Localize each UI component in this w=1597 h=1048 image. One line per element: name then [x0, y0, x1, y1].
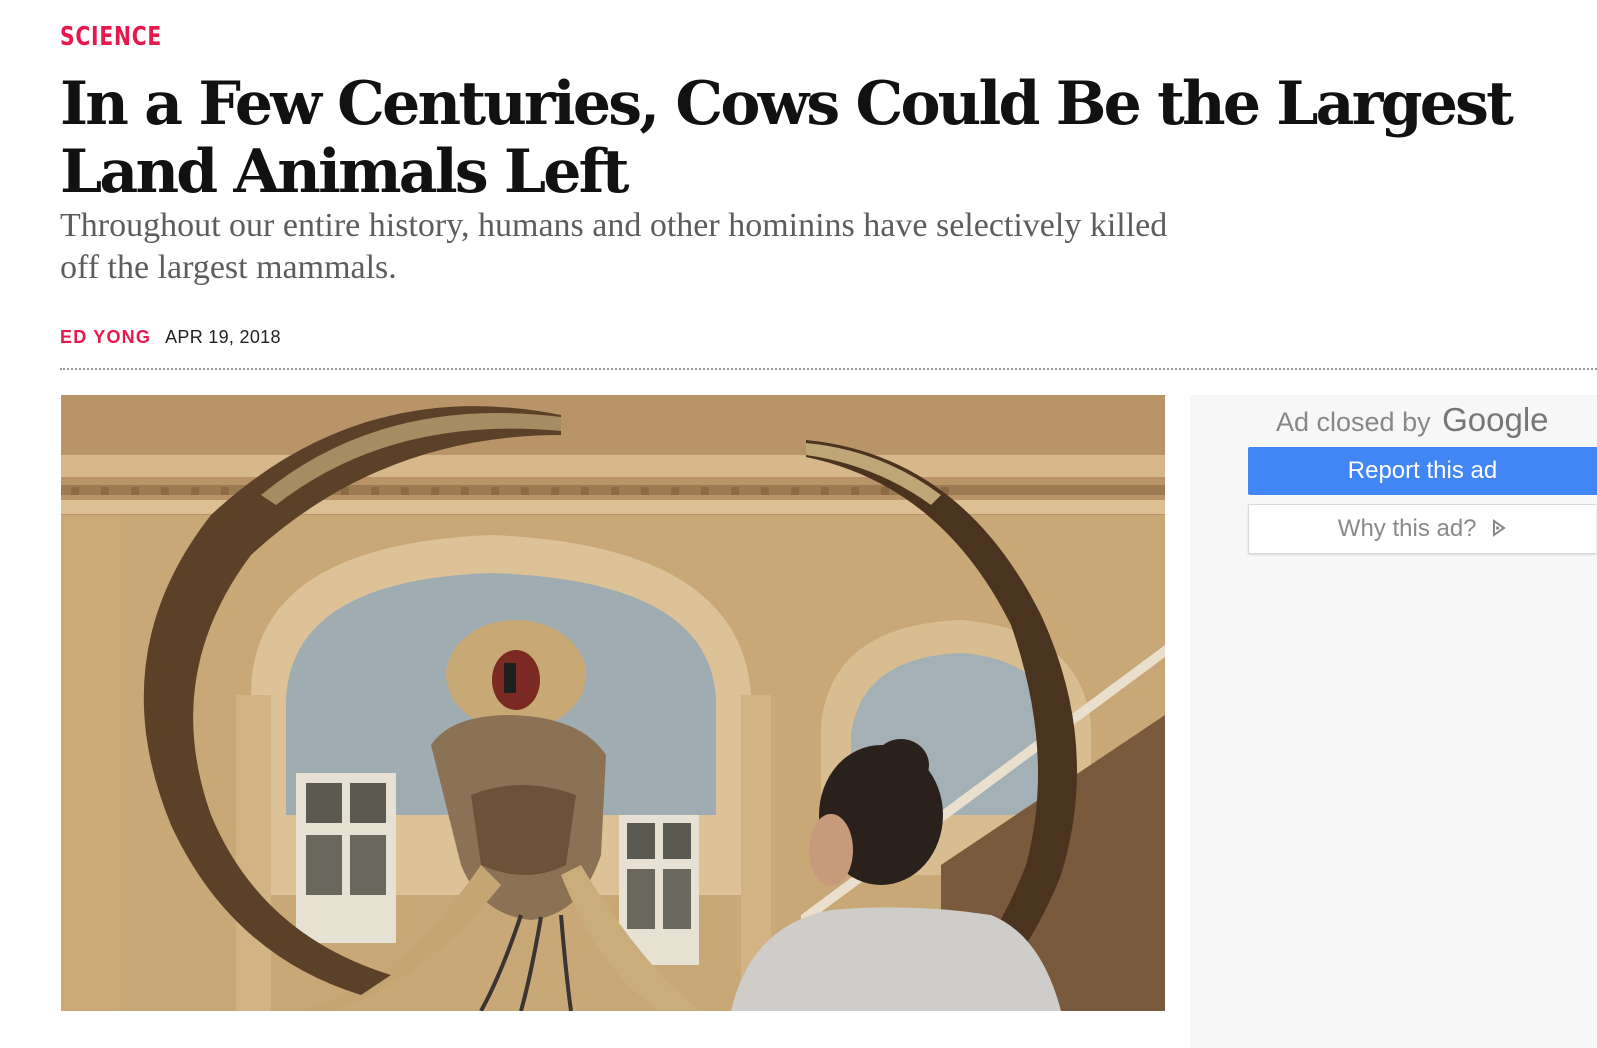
- ad-closed-notice: Ad closed by Google: [1276, 401, 1549, 439]
- why-this-ad-button[interactable]: Why this ad?: [1248, 504, 1596, 554]
- publish-date: APR 19, 2018: [165, 327, 281, 347]
- byline: ED YONG APR 19, 2018: [60, 327, 281, 348]
- hero-image: [61, 395, 1165, 1011]
- report-ad-button[interactable]: Report this ad: [1248, 447, 1597, 495]
- ad-closed-text: Ad closed by: [1276, 407, 1431, 437]
- adchoices-icon: [1491, 506, 1507, 554]
- article-headline: In a Few Centuries, Cows Could Be the La…: [60, 69, 1514, 207]
- byline-divider: [60, 368, 1597, 370]
- author-link[interactable]: ED YONG: [60, 327, 151, 348]
- section-label[interactable]: SCIENCE: [60, 22, 162, 52]
- ad-panel: Ad closed by Google Report this ad Why t…: [1190, 395, 1597, 1048]
- why-this-ad-label: Why this ad?: [1337, 515, 1477, 542]
- google-logo-text: Google: [1442, 401, 1549, 438]
- article-dek: Throughout our entire history, humans an…: [60, 207, 1168, 286]
